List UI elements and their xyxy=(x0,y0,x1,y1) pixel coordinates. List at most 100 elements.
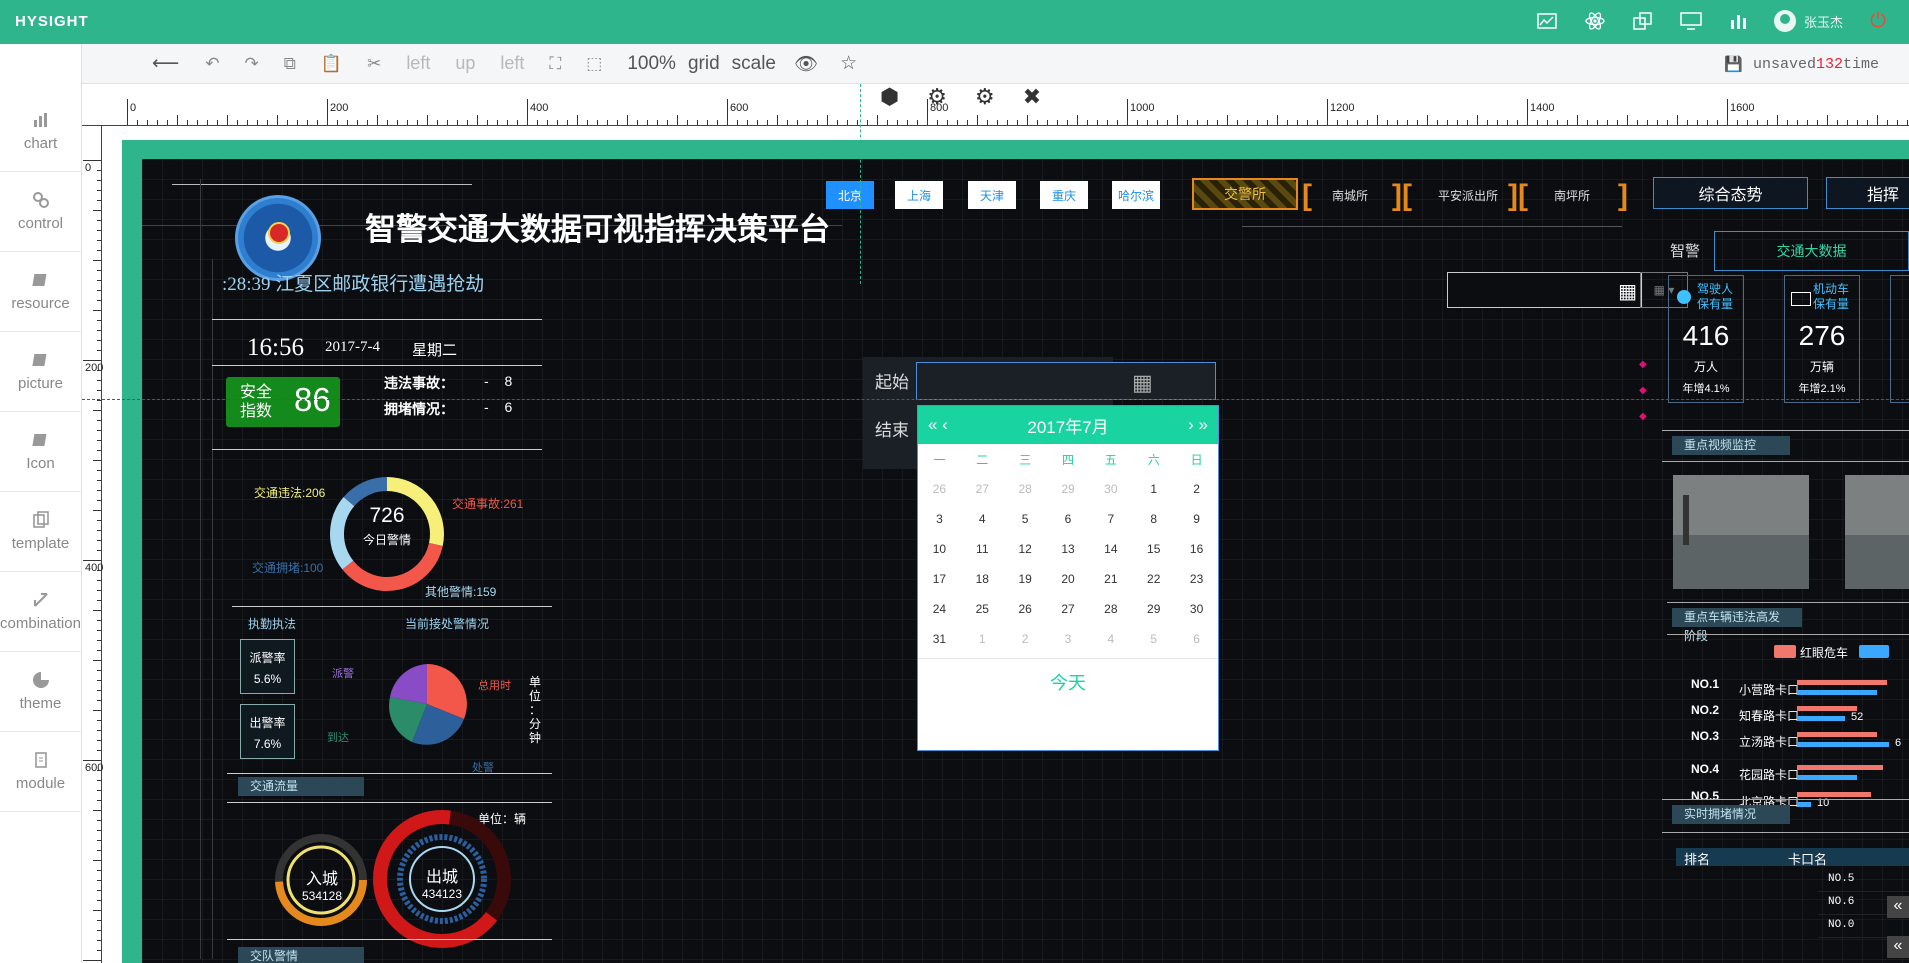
day-cell[interactable]: 10 xyxy=(918,534,961,564)
collapse-icon-2[interactable]: « xyxy=(1887,936,1909,958)
sidebar-item-picture[interactable]: picture xyxy=(0,332,81,412)
monitor-icon[interactable] xyxy=(1678,8,1704,34)
day-cell[interactable]: 30 xyxy=(1175,594,1218,624)
city-button-harbin[interactable]: 哈尔滨 xyxy=(1112,181,1160,209)
grid-toggle[interactable]: grid xyxy=(688,53,720,75)
day-cell[interactable]: 19 xyxy=(1004,564,1047,594)
align-left-button-2[interactable]: left xyxy=(500,53,524,74)
start-date-input[interactable]: ▦ xyxy=(916,362,1216,400)
day-cell[interactable]: 24 xyxy=(918,594,961,624)
station-button-nancheng[interactable]: 南城所 xyxy=(1332,187,1368,204)
sidebar-item-module[interactable]: module xyxy=(0,732,81,812)
day-cell[interactable]: 29 xyxy=(1047,474,1090,504)
bar-chart-icon[interactable] xyxy=(1726,8,1752,34)
area-chart-icon[interactable] xyxy=(1534,8,1560,34)
back-arrow-icon[interactable]: ⟵ xyxy=(152,52,179,75)
day-cell[interactable]: 2 xyxy=(1175,474,1218,504)
prev-year-button[interactable]: « ‹ xyxy=(928,415,948,435)
day-cell[interactable]: 9 xyxy=(1175,504,1218,534)
day-cell[interactable]: 7 xyxy=(1089,504,1132,534)
day-cell[interactable]: 5 xyxy=(1004,504,1047,534)
save-icon[interactable]: 💾 xyxy=(1724,55,1743,74)
scale-toggle[interactable]: scale xyxy=(732,53,776,75)
city-button-beijing[interactable]: 北京 xyxy=(826,181,874,209)
preview-eye-icon[interactable]: 👁 xyxy=(794,52,818,76)
sidebar-item-combination[interactable]: combination xyxy=(0,572,81,652)
settings-gear-icon-2[interactable]: ⚙ xyxy=(975,84,995,110)
table-row[interactable]: NO.0京台高速575KM拥堵 xyxy=(1818,915,1909,938)
day-cell[interactable]: 26 xyxy=(1004,594,1047,624)
overview-button[interactable]: 综合态势 xyxy=(1653,177,1808,209)
today-button[interactable]: 今天 xyxy=(918,658,1218,706)
next-year-button[interactable]: › » xyxy=(1188,415,1208,435)
day-cell[interactable]: 1 xyxy=(1132,474,1175,504)
command-button[interactable]: 指挥 xyxy=(1826,177,1909,209)
day-cell[interactable]: 13 xyxy=(1047,534,1090,564)
tab-traffic[interactable]: 交通大数据 xyxy=(1714,231,1909,271)
sidebar-item-resource[interactable]: resource xyxy=(0,252,81,332)
close-icon[interactable]: ✖ xyxy=(1023,84,1041,110)
ruler-left[interactable]: 0 200 400 600 xyxy=(82,126,103,963)
day-cell[interactable]: 21 xyxy=(1089,564,1132,594)
tab-smart[interactable]: 智警 xyxy=(1670,240,1700,261)
cut-icon[interactable]: ✂ xyxy=(367,54,381,74)
sidebar-item-template[interactable]: template xyxy=(0,492,81,572)
day-cell[interactable]: 31 xyxy=(918,624,961,654)
calendar-icon[interactable]: ▦ xyxy=(1132,370,1153,396)
sidebar-item-theme[interactable]: theme xyxy=(0,652,81,732)
day-cell[interactable]: 16 xyxy=(1175,534,1218,564)
day-cell[interactable]: 18 xyxy=(961,564,1004,594)
day-cell[interactable]: 28 xyxy=(1004,474,1047,504)
day-cell[interactable]: 29 xyxy=(1132,594,1175,624)
calendar-icon[interactable]: ▦ xyxy=(1618,279,1637,304)
station-button-pingan[interactable]: 平安派出所 xyxy=(1438,187,1498,204)
undo-icon[interactable]: ↶ xyxy=(205,54,219,74)
sidebar-item-icon[interactable]: Icon xyxy=(0,412,81,492)
layers-icon[interactable] xyxy=(1630,8,1656,34)
date-input[interactable]: ▦ xyxy=(1447,272,1642,308)
city-button-tianjin[interactable]: 天津 xyxy=(968,181,1016,209)
favorite-star-icon[interactable]: ☆ xyxy=(840,52,857,75)
day-cell[interactable]: 6 xyxy=(1175,624,1218,654)
paste-icon[interactable]: 📋 xyxy=(321,54,342,74)
atom-icon[interactable] xyxy=(1582,8,1608,34)
day-cell[interactable]: 20 xyxy=(1047,564,1090,594)
city-button-chongqing[interactable]: 重庆 xyxy=(1040,181,1088,209)
zoom-level[interactable]: 100% xyxy=(627,53,676,75)
day-cell[interactable]: 27 xyxy=(1047,594,1090,624)
align-left-button[interactable]: left xyxy=(406,53,430,74)
day-cell[interactable]: 2 xyxy=(1004,624,1047,654)
day-cell[interactable]: 5 xyxy=(1132,624,1175,654)
user-menu[interactable]: 张玉杰 xyxy=(1773,10,1843,32)
day-cell[interactable]: 22 xyxy=(1132,564,1175,594)
day-cell[interactable]: 4 xyxy=(961,504,1004,534)
station-button-traffic[interactable]: 交警所 xyxy=(1192,178,1298,210)
day-cell[interactable]: 3 xyxy=(1047,624,1090,654)
day-cell[interactable]: 17 xyxy=(918,564,961,594)
sidebar-item-control[interactable]: control xyxy=(0,172,81,252)
day-cell[interactable]: 26 xyxy=(918,474,961,504)
day-cell[interactable]: 3 xyxy=(918,504,961,534)
cube-icon[interactable]: ⬢ xyxy=(880,84,899,110)
day-cell[interactable]: 1 xyxy=(961,624,1004,654)
station-button-nanping[interactable]: 南坪所 xyxy=(1554,187,1590,204)
settings-gear-icon[interactable]: ⚙ xyxy=(927,84,947,110)
day-cell[interactable]: 4 xyxy=(1089,624,1132,654)
align-up-button[interactable]: up xyxy=(455,53,475,74)
day-cell[interactable]: 12 xyxy=(1004,534,1047,564)
day-cell[interactable]: 11 xyxy=(961,534,1004,564)
day-cell[interactable]: 6 xyxy=(1047,504,1090,534)
day-cell[interactable]: 8 xyxy=(1132,504,1175,534)
power-icon[interactable]: ⏻ xyxy=(1865,8,1891,34)
day-cell[interactable]: 27 xyxy=(961,474,1004,504)
collapse-icon[interactable]: « xyxy=(1887,896,1909,918)
day-cell[interactable]: 25 xyxy=(961,594,1004,624)
day-cell[interactable]: 23 xyxy=(1175,564,1218,594)
city-button-shanghai[interactable]: 上海 xyxy=(895,181,943,209)
fit-icon[interactable]: ⛶ xyxy=(549,54,561,74)
sidebar-item-chart[interactable]: chart xyxy=(0,92,81,172)
resize-icon[interactable]: ⬚ xyxy=(586,54,602,74)
camera-feed-1[interactable] xyxy=(1673,475,1809,589)
day-cell[interactable]: 30 xyxy=(1089,474,1132,504)
day-cell[interactable]: 15 xyxy=(1132,534,1175,564)
